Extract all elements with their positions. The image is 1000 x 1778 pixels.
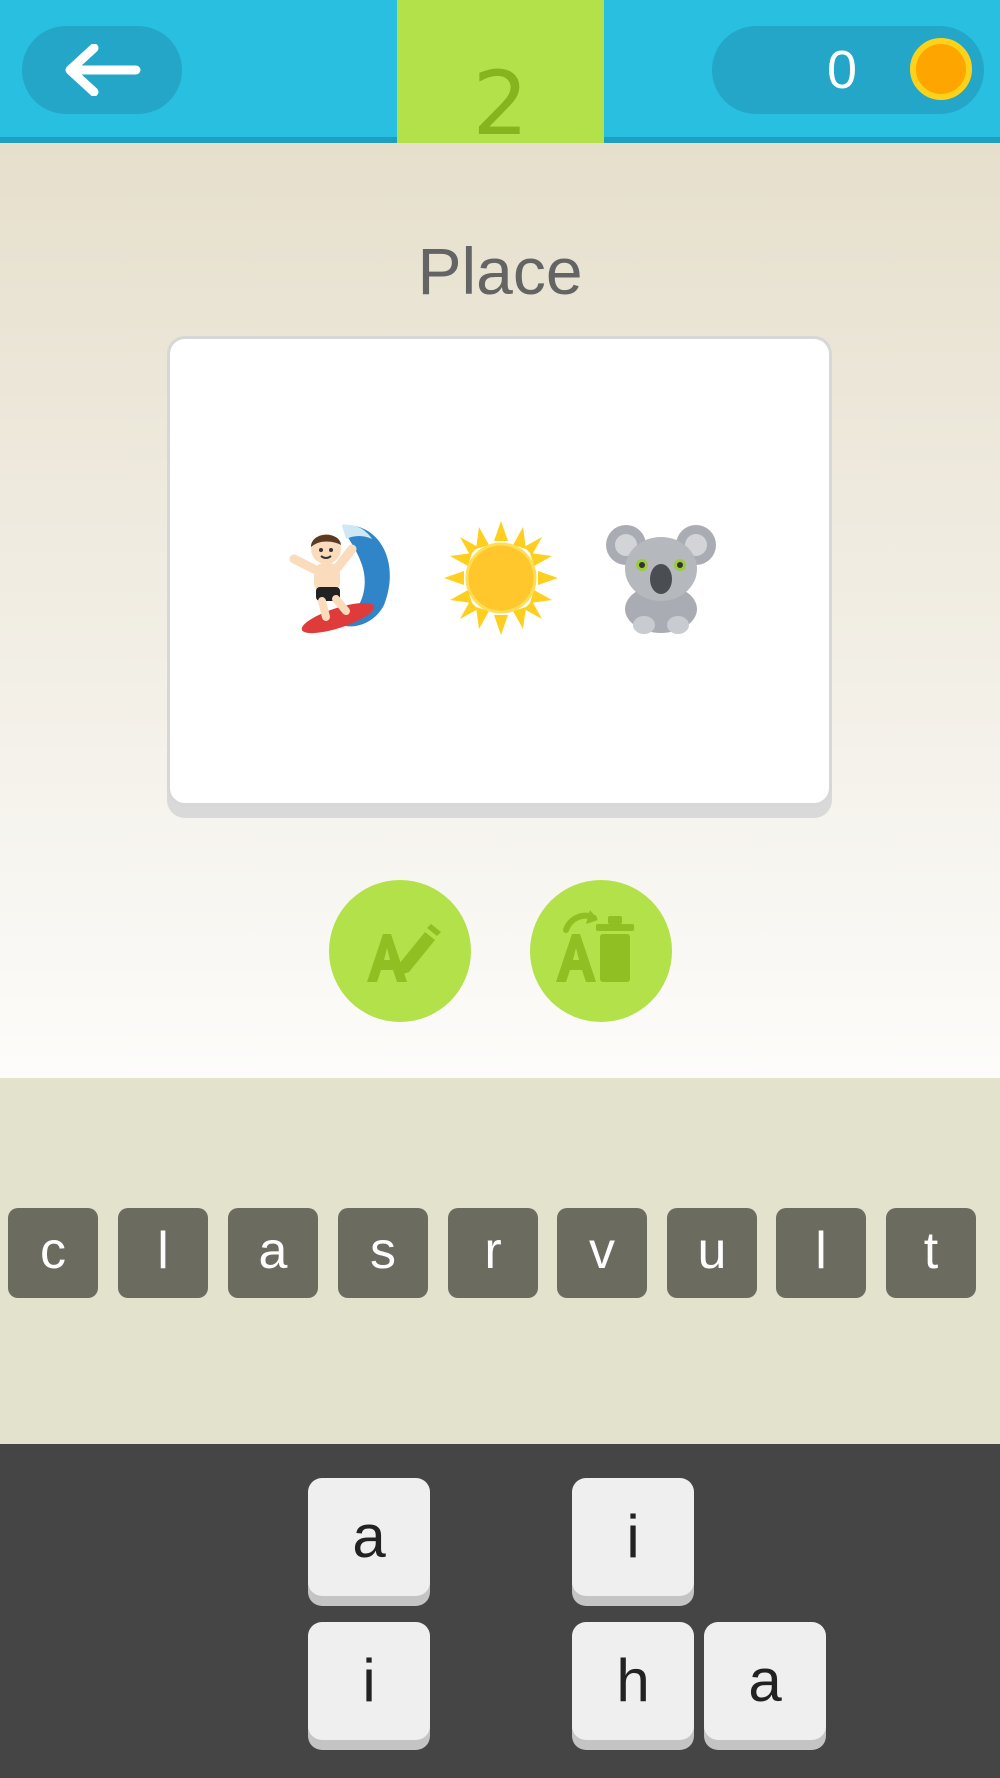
letter-key[interactable]: i [572, 1478, 694, 1596]
letter-key[interactable]: h [572, 1622, 694, 1740]
answer-slot[interactable]: a [228, 1208, 318, 1298]
sun-emoji [444, 521, 558, 635]
remove-letters-icon [556, 910, 634, 982]
coin-count: 0 [826, 40, 858, 100]
emoji-clue-card [167, 336, 832, 806]
answer-slot[interactable]: t [886, 1208, 976, 1298]
coin-counter: 0 [712, 26, 984, 114]
answer-slot[interactable]: c [8, 1208, 98, 1298]
answer-slot[interactable]: l [776, 1208, 866, 1298]
answer-slot[interactable]: v [557, 1208, 647, 1298]
reveal-letter-icon [367, 924, 441, 982]
koala-emoji [606, 525, 716, 634]
category-title: Place [417, 234, 583, 308]
remove-letters-button[interactable] [530, 880, 672, 1022]
back-button[interactable] [22, 26, 182, 114]
letter-key[interactable]: a [308, 1478, 430, 1596]
answer-slot[interactable]: s [338, 1208, 428, 1298]
letter-key[interactable]: i [308, 1622, 430, 1740]
reveal-letter-button[interactable] [329, 880, 471, 1022]
arrow-left-icon [65, 44, 141, 96]
level-number: 2 [472, 52, 529, 155]
letter-keyboard: a i i h a [0, 1444, 1000, 1778]
answer-slot[interactable]: l [118, 1208, 208, 1298]
letter-key[interactable]: a [704, 1622, 826, 1740]
coin-icon [910, 38, 972, 100]
answer-area: c l a s r v u l t [0, 1078, 1000, 1444]
surfer-emoji [289, 524, 390, 634]
play-area: Place [0, 143, 1000, 1078]
answer-slot[interactable]: u [667, 1208, 757, 1298]
answer-slot[interactable]: r [448, 1208, 538, 1298]
